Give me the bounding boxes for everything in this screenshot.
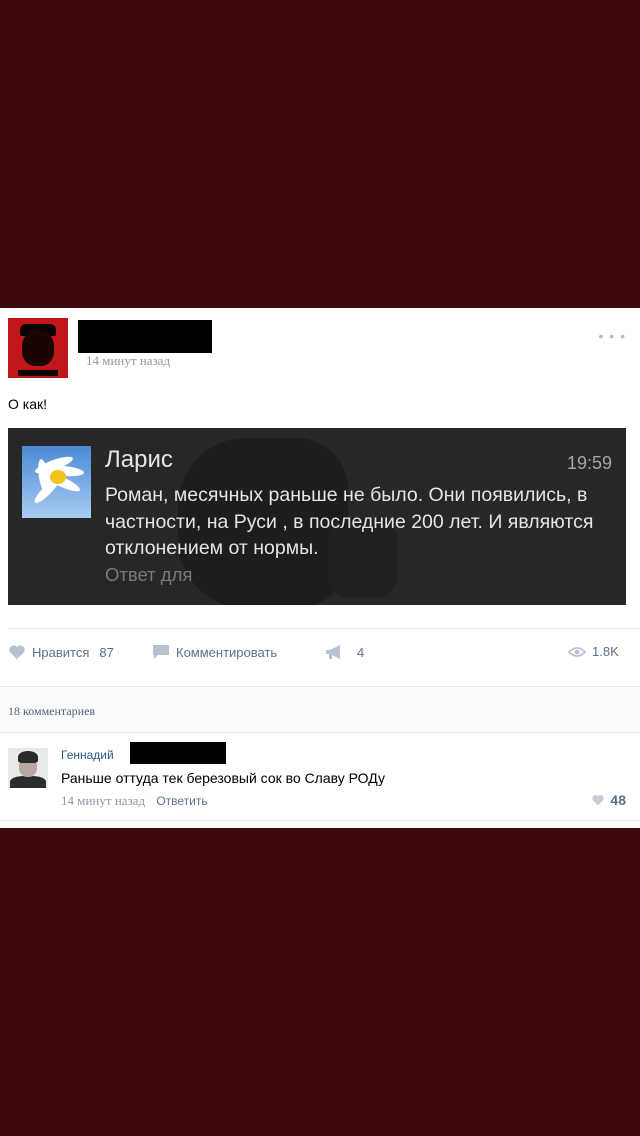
- comment-meta: 14 минут назад Ответить: [61, 793, 208, 809]
- avatar-body-shape: [10, 776, 46, 788]
- author-avatar[interactable]: [8, 318, 68, 378]
- message-text: Роман, месячных раньше не было. Они появ…: [105, 484, 594, 559]
- divider: [0, 820, 640, 821]
- comment-label: Комментировать: [176, 644, 278, 660]
- post-card: • • • 14 минут назад О как! Ларис 19:59 …: [0, 308, 640, 828]
- embedded-screenshot[interactable]: Ларис 19:59 Роман, месячных раньше не бы…: [8, 428, 626, 605]
- comment-bubble-icon: [153, 645, 169, 659]
- heart-icon: [592, 795, 605, 806]
- comment-like-count: 48: [610, 792, 626, 808]
- comment-like-button[interactable]: 48: [591, 792, 626, 808]
- avatar-strip-shape: [18, 370, 58, 376]
- comment-reply-button[interactable]: Ответить: [156, 794, 207, 808]
- redacted-comment-author: [130, 742, 226, 764]
- daisy-center: [50, 470, 66, 484]
- comments-count[interactable]: 18 комментариев: [8, 704, 95, 719]
- comment-author-avatar[interactable]: [8, 748, 48, 788]
- comment-text: Раньше оттуда тек березовый сок во Славу…: [61, 770, 386, 786]
- reply-hint: Ответ для: [105, 564, 193, 585]
- comment-author-name[interactable]: Геннадий: [61, 748, 114, 762]
- redacted-author-name: [78, 320, 212, 353]
- avatar-face-shape: [22, 330, 54, 366]
- sender-name: Ларис: [105, 446, 173, 473]
- avatar-hair-shape: [18, 751, 38, 763]
- like-count: 87: [99, 644, 114, 660]
- comments-header-band: [0, 686, 640, 731]
- comment-button[interactable]: Комментировать: [152, 644, 277, 660]
- post-actions: Нравится 87 Комментировать 4 1.8K: [0, 644, 640, 668]
- comment-time[interactable]: 14 минут назад: [61, 793, 145, 808]
- views-count: 1.8K: [592, 644, 619, 659]
- megaphone-icon: [326, 645, 340, 659]
- divider: [8, 628, 640, 629]
- views-counter: 1.8K: [568, 644, 619, 659]
- share-button[interactable]: 4: [325, 644, 364, 660]
- post-text: О как!: [8, 396, 48, 412]
- eye-icon: [568, 646, 586, 657]
- heart-icon: [9, 645, 25, 660]
- like-label: Нравится: [32, 644, 90, 660]
- sender-avatar: [22, 446, 91, 518]
- message-time: 19:59: [566, 453, 612, 473]
- divider: [0, 732, 640, 733]
- like-button[interactable]: Нравится 87: [8, 644, 114, 660]
- share-count: 4: [357, 644, 365, 660]
- post-time[interactable]: 14 минут назад: [86, 353, 170, 369]
- more-dots-icon[interactable]: • • •: [599, 328, 626, 344]
- divider: [0, 686, 640, 687]
